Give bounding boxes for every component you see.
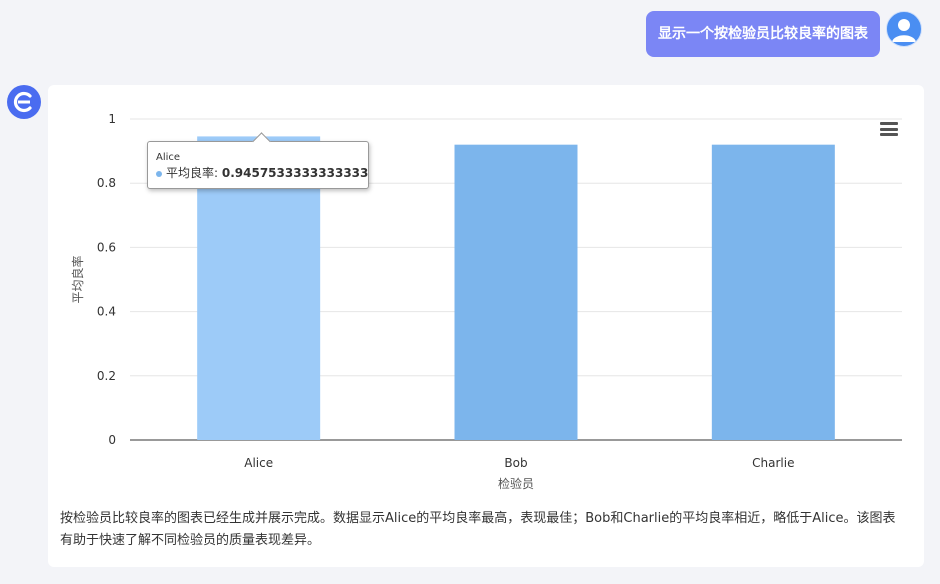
tooltip-value: 0.9457533333333333 xyxy=(221,166,369,180)
user-message-bubble: 显示一个按检验员比较良率的图表 xyxy=(646,11,880,57)
series-dot-icon xyxy=(156,170,162,177)
y-tick-label: 0.4 xyxy=(97,305,116,319)
tooltip-series-label: 平均良率: xyxy=(166,166,219,180)
y-tick-label: 0.2 xyxy=(97,369,116,383)
bar-charlie[interactable] xyxy=(711,144,835,440)
user-avatar-icon xyxy=(886,11,922,47)
y-tick-label: 0.8 xyxy=(97,176,116,190)
bar-bob[interactable] xyxy=(454,144,578,440)
x-axis-title: 检验员 xyxy=(498,476,534,491)
chart-card: 0 0.2 0.4 0.6 0.8 1 Alice Bob Charlie 检验员 平均良率 … xyxy=(48,85,924,567)
y-axis-title: 平均良率 xyxy=(70,255,85,303)
x-tick-label: Alice xyxy=(244,456,273,470)
x-tick-label: Charlie xyxy=(752,456,794,470)
assistant-logo-icon xyxy=(7,85,41,119)
tooltip-row: 平均良率: 0.9457533333333333 xyxy=(156,164,368,181)
assistant-summary-text: 按检验员比较良率的图表已经生成并展示完成。数据显示Alice的平均良率最高，表现… xyxy=(60,511,896,548)
y-tick-label: 0 xyxy=(108,433,116,447)
tooltip-category: Alice xyxy=(156,152,181,163)
x-tick-label: Bob xyxy=(504,456,527,470)
chart-tooltip: Alice 平均良率: 0.9457533333333333 xyxy=(147,132,369,189)
chart-menu-icon[interactable] xyxy=(880,122,898,136)
y-tick-label: 0.6 xyxy=(97,240,116,254)
y-tick-label: 1 xyxy=(108,112,116,126)
